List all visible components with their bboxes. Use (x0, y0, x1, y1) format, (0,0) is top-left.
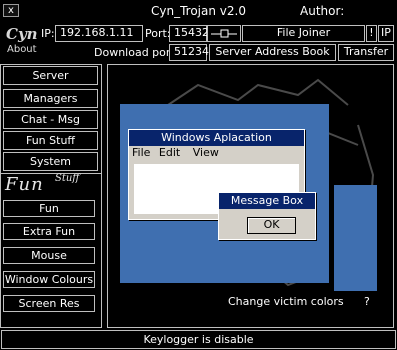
sidebar-item-system[interactable]: System (3, 152, 98, 171)
transfer-button[interactable]: Transfer (338, 44, 394, 61)
port-label: Port: (145, 27, 171, 40)
preview-menu-bar: File Edit View (129, 146, 304, 160)
preview-menu-edit: Edit (158, 146, 181, 159)
preview-ok-button[interactable]: OK (247, 217, 296, 234)
fun-item-mouse[interactable]: Mouse (3, 247, 95, 264)
exclamation-button[interactable]: ! (366, 25, 377, 42)
about-logo[interactable]: Cyn About (4, 24, 46, 58)
file-joiner-button[interactable]: File Joiner (242, 25, 365, 42)
download-port-input[interactable]: 51234 (169, 44, 209, 61)
fun-item-screen-res[interactable]: Screen Res (3, 295, 95, 312)
connect-toggle-icon (211, 29, 237, 38)
title-bar: x Cyn_Trojan v2.0 Author: Read101 (0, 0, 397, 40)
status-bar: Keylogger is disable (1, 330, 396, 349)
fun-item-fun[interactable]: Fun (3, 200, 95, 217)
download-port-label: Download port: (94, 46, 179, 59)
server-address-book-button[interactable]: Server Address Book (209, 44, 336, 61)
ip-label: IP: (41, 27, 55, 40)
close-icon: x (8, 5, 14, 16)
window-title: Cyn_Trojan v2.0 (151, 4, 246, 18)
preview-message-box[interactable]: Message Box OK (218, 192, 316, 240)
preview-message-box-title: Message Box (219, 193, 315, 209)
about-link[interactable]: About (7, 44, 37, 55)
preview-menu-file: File (132, 146, 151, 159)
preview-menu-view: View (192, 146, 219, 159)
ip-input[interactable]: 192.168.1.11 (55, 25, 143, 42)
connect-toggle[interactable] (207, 25, 241, 42)
fun-item-extra-fun[interactable]: Extra Fun (3, 223, 95, 240)
fun-stuff-heading-small: Stuff (55, 173, 80, 184)
preview-app-title: Windows Aplacation (129, 130, 304, 146)
color-preview-panel: Windows Aplacation File Edit View Messag… (107, 64, 394, 328)
port-input[interactable]: 15432 (169, 25, 209, 42)
sidebar-item-fun-stuff[interactable]: Fun Stuff (3, 131, 98, 150)
ip-button[interactable]: IP (378, 25, 394, 42)
logo-text: Cyn (6, 25, 38, 43)
sidebar-item-managers[interactable]: Managers (3, 89, 98, 108)
preview-side-block[interactable] (334, 185, 377, 291)
sidebar-item-chat-msg[interactable]: Chat - Msg (3, 110, 98, 129)
sidebar-item-server[interactable]: Server (3, 66, 98, 85)
fun-stuff-heading-big: Fun (5, 174, 44, 195)
close-button[interactable]: x (3, 4, 19, 17)
fun-item-window-colours[interactable]: Window Colours (3, 271, 95, 288)
change-victim-colors-button[interactable]: Change victim colors (228, 295, 344, 308)
fun-stuff-heading: Fun Stuff (5, 173, 95, 196)
help-button[interactable]: ? (364, 295, 370, 308)
